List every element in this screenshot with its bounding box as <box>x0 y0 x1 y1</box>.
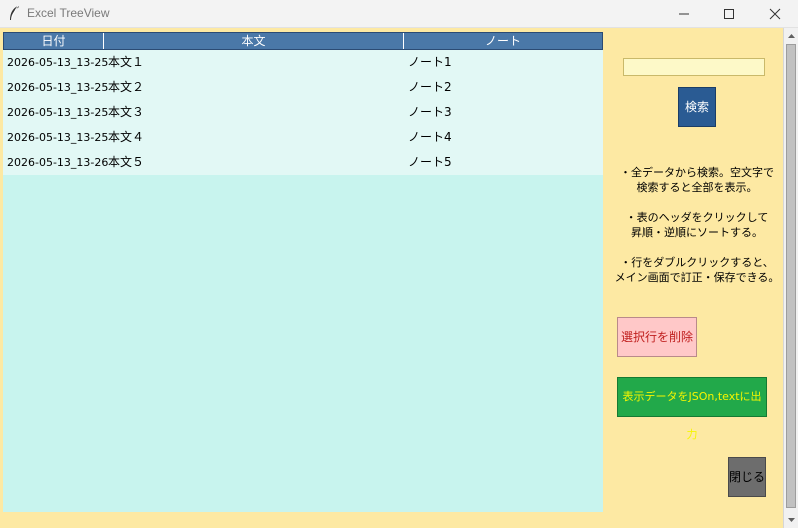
help-line: 検索すると全部を表示。 <box>636 181 758 194</box>
cell-note: ノート5 <box>408 155 452 169</box>
cell-body: 本文３ <box>108 105 145 119</box>
help-line: ・表のヘッダをクリックして <box>625 211 769 224</box>
table-row[interactable]: 2026-05-13_13-25 本文３ ノート3 <box>3 100 603 125</box>
close-icon <box>769 8 781 20</box>
close-window-button[interactable] <box>752 0 798 28</box>
table-row[interactable]: 2026-05-13_13-25 本文１ ノート1 <box>3 50 603 75</box>
cell-body: 本文４ <box>108 130 145 144</box>
feather-icon <box>10 5 19 20</box>
title-bar: Excel TreeView <box>0 0 798 28</box>
help-search: ・全データから検索。空文字で 検索すると全部を表示。 <box>612 165 782 195</box>
cell-note: ノート2 <box>408 80 452 94</box>
export-button[interactable]: 表示データをJSOn,textに出力 <box>617 377 767 441</box>
tree-header: 日付 本文 ノート <box>3 32 603 50</box>
cell-date: 2026-05-13_13-25 <box>7 56 109 69</box>
window-title: Excel TreeView <box>27 6 110 20</box>
cell-date: 2026-05-13_13-25 <box>7 106 109 119</box>
help-line: メイン画面で訂正・保存できる。 <box>614 271 780 284</box>
cell-date: 2026-05-13_13-25 <box>7 81 109 94</box>
help-edit: ・行をダブルクリックすると、 メイン画面で訂正・保存できる。 <box>612 255 782 285</box>
cell-date: 2026-05-13_13-25 <box>7 131 109 144</box>
minimize-button[interactable] <box>661 0 707 28</box>
table-row[interactable]: 2026-05-13_13-26 本文５ ノート5 <box>3 150 603 175</box>
help-line: ・全データから検索。空文字で <box>620 166 774 179</box>
cell-date: 2026-05-13_13-26 <box>7 156 109 169</box>
help-text: ・全データから検索。空文字で 検索すると全部を表示。 ・表のヘッダをクリックして… <box>612 165 782 300</box>
search-input[interactable] <box>623 58 765 76</box>
column-header-date[interactable]: 日付 <box>4 33 104 49</box>
help-line: 昇順・逆順にソートする。 <box>631 226 763 239</box>
close-button[interactable]: 閉じる <box>728 457 766 497</box>
table-row[interactable]: 2026-05-13_13-25 本文２ ノート2 <box>3 75 603 100</box>
vertical-scrollbar[interactable] <box>783 28 798 528</box>
column-header-body[interactable]: 本文 <box>104 33 404 49</box>
cell-body: 本文５ <box>108 155 145 169</box>
help-sort: ・表のヘッダをクリックして 昇順・逆順にソートする。 <box>612 210 782 240</box>
tree-view[interactable]: 日付 本文 ノート 2026-05-13_13-25 本文１ ノート1 2026… <box>3 32 603 512</box>
scroll-down-icon[interactable] <box>786 514 797 526</box>
search-button[interactable]: 検索 <box>678 87 716 127</box>
column-header-note[interactable]: ノート <box>404 33 602 49</box>
cell-body: 本文１ <box>108 55 145 69</box>
maximize-icon <box>724 9 734 19</box>
tree-rows: 2026-05-13_13-25 本文１ ノート1 2026-05-13_13-… <box>3 50 603 175</box>
minimize-icon <box>679 13 689 15</box>
scroll-thumb[interactable] <box>786 44 796 508</box>
delete-selected-button[interactable]: 選択行を削除 <box>617 317 697 357</box>
cell-body: 本文２ <box>108 80 145 94</box>
cell-note: ノート4 <box>408 130 452 144</box>
scroll-up-icon[interactable] <box>786 30 797 42</box>
cell-note: ノート1 <box>408 55 452 69</box>
table-row[interactable]: 2026-05-13_13-25 本文４ ノート4 <box>3 125 603 150</box>
cell-note: ノート3 <box>408 105 452 119</box>
help-line: ・行をダブルクリックすると、 <box>620 256 774 269</box>
maximize-button[interactable] <box>706 0 752 28</box>
